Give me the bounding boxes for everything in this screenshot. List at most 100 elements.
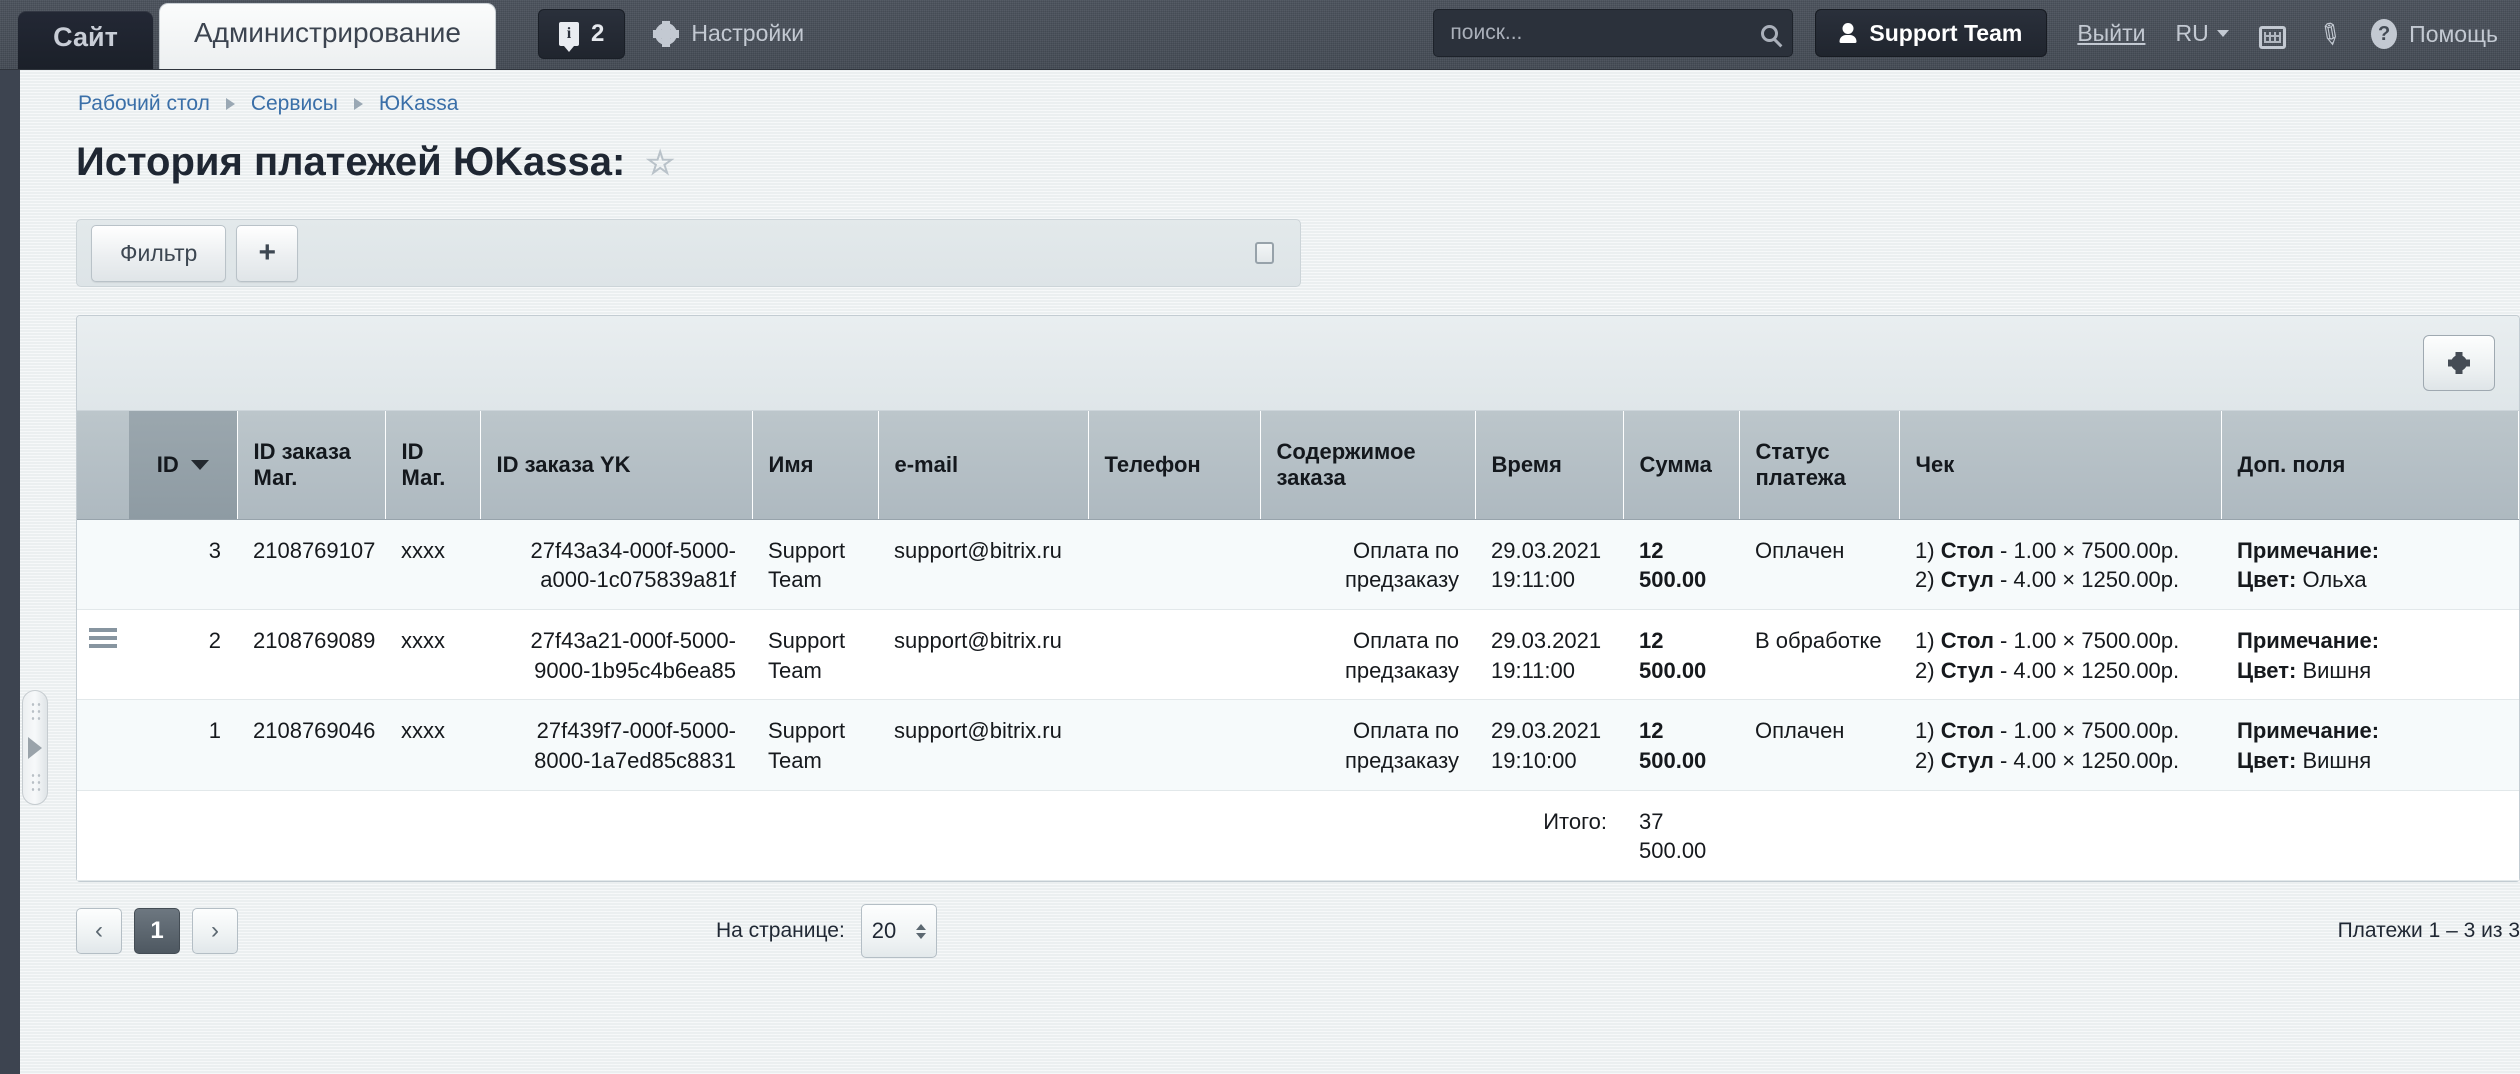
settings-label: Настройки <box>691 20 804 47</box>
column-header-id-label: ID <box>157 452 179 478</box>
cell-name: Support Team <box>752 700 878 790</box>
favorite-star-icon[interactable]: ☆ <box>645 143 675 182</box>
table-header-row: ID ID заказа Маг. ID Маг. ID заказа YK И… <box>77 411 2519 519</box>
grid-settings-button[interactable] <box>2423 335 2495 391</box>
pagination-bar: ‹ 1 › На странице: 20 Платежи 1 – 3 из 3 <box>76 908 2520 954</box>
column-header-shop-id[interactable]: ID Маг. <box>385 411 480 519</box>
column-header-time[interactable]: Время <box>1475 411 1623 519</box>
results-counter: Платежи 1 – 3 из 3 <box>2338 919 2520 943</box>
cell-extra: Примечание:Цвет: Вишня <box>2221 700 2519 790</box>
cell-time: 29.03.2021 19:10:00 <box>1475 700 1623 790</box>
logout-link[interactable]: Выйти <box>2077 20 2145 47</box>
table-row[interactable]: 22108769089xxxx27f43a21-000f-5000-9000-1… <box>77 609 2519 699</box>
page-title-text: История платежей ЮKassa: <box>76 140 625 185</box>
cell-order-contents: Оплата по предзаказу <box>1260 609 1475 699</box>
per-page-value: 20 <box>872 918 896 944</box>
cell-yk-order-id: 27f43a21-000f-5000-9000-1b95c4b6ea85 <box>480 609 752 699</box>
per-page-select[interactable]: 20 <box>861 904 937 958</box>
column-header-shop-order-id[interactable]: ID заказа Маг. <box>237 411 385 519</box>
row-drag-handle[interactable] <box>77 609 129 699</box>
totals-empty-cell <box>1899 790 2221 880</box>
chevron-up-icon[interactable] <box>916 924 926 930</box>
column-header-phone[interactable]: Телефон <box>1088 411 1260 519</box>
cell-receipt: 1) Стол - 1.00 × 7500.00р.2) Стул - 4.00… <box>1899 609 2221 699</box>
column-header-yk-order-id[interactable]: ID заказа YK <box>480 411 752 519</box>
breadcrumb-item-1[interactable]: Сервисы <box>251 92 338 116</box>
work-area: Рабочий стол Сервисы ЮKassa История плат… <box>0 70 2520 1074</box>
cell-order-contents: Оплата по предзаказу <box>1260 700 1475 790</box>
language-switcher[interactable]: RU <box>2175 20 2228 47</box>
settings-link[interactable]: Настройки <box>655 20 804 47</box>
cell-sum: 12 500.00 <box>1623 519 1739 609</box>
help-link[interactable]: ? Помощь <box>2371 19 2498 49</box>
notifications-button[interactable]: i 2 <box>538 9 625 59</box>
cell-shop-order-id: 2108769046 <box>237 700 385 790</box>
filter-button[interactable]: Фильтр <box>91 225 226 282</box>
totals-sum: 37 500.00 <box>1623 790 1739 880</box>
breadcrumb-item-2[interactable]: ЮKassa <box>379 92 459 116</box>
cell-receipt: 1) Стол - 1.00 × 7500.00р.2) Стул - 4.00… <box>1899 519 2221 609</box>
cell-status: Оплачен <box>1739 519 1899 609</box>
cell-time: 29.03.2021 19:11:00 <box>1475 609 1623 699</box>
totals-empty-cell <box>1739 790 1899 880</box>
cell-phone <box>1088 609 1260 699</box>
column-header-drag <box>77 411 129 519</box>
table-row[interactable]: 12108769046xxxx27f439f7-000f-5000-8000-1… <box>77 700 2519 790</box>
handle-dots-bottom <box>30 772 42 794</box>
totals-empty-cell <box>129 790 237 880</box>
search-input[interactable] <box>1448 20 1761 46</box>
cell-extra: Примечание:Цвет: Ольха <box>2221 519 2519 609</box>
row-drag-handle[interactable] <box>77 519 129 609</box>
row-drag-handle[interactable] <box>77 700 129 790</box>
page-1-button[interactable]: 1 <box>134 908 180 954</box>
cell-email[interactable]: support@bitrix.ru <box>878 700 1088 790</box>
column-header-id[interactable]: ID <box>129 411 237 519</box>
tab-administration[interactable]: Администрирование <box>159 3 496 69</box>
cell-name: Support Team <box>752 519 878 609</box>
cell-email[interactable]: support@bitrix.ru <box>878 609 1088 699</box>
breadcrumb: Рабочий стол Сервисы ЮKassa <box>20 70 2520 116</box>
cell-sum: 12 500.00 <box>1623 609 1739 699</box>
filter-preset-icon[interactable] <box>1255 242 1274 264</box>
tab-site[interactable]: Сайт <box>18 11 153 69</box>
user-label: Support Team <box>1869 20 2022 47</box>
page-next-button[interactable]: › <box>192 908 238 954</box>
column-header-sum[interactable]: Сумма <box>1623 411 1739 519</box>
column-header-email[interactable]: e-mail <box>878 411 1088 519</box>
cell-shop-order-id: 2108769089 <box>237 609 385 699</box>
column-header-receipt[interactable]: Чек <box>1899 411 2221 519</box>
add-filter-button[interactable]: + <box>236 225 298 282</box>
cell-id: 3 <box>129 519 237 609</box>
cell-order-contents: Оплата по предзаказу <box>1260 519 1475 609</box>
sidebar-expand-handle[interactable] <box>22 690 48 805</box>
column-header-status[interactable]: Статус платежа <box>1739 411 1899 519</box>
page-prev-button[interactable]: ‹ <box>76 908 122 954</box>
column-header-name[interactable]: Имя <box>752 411 878 519</box>
column-header-order-contents[interactable]: Содержимое заказа <box>1260 411 1475 519</box>
language-label: RU <box>2175 20 2208 47</box>
chevron-down-icon[interactable] <box>916 933 926 939</box>
totals-row: Итого:37 500.00 <box>77 790 2519 880</box>
search-box[interactable] <box>1433 9 1793 57</box>
column-header-extra[interactable]: Доп. поля <box>2221 411 2519 519</box>
left-sidebar-strip <box>0 70 20 1074</box>
table-row[interactable]: 32108769107xxxx27f43a34-000f-5000-a000-1… <box>77 519 2519 609</box>
cell-email[interactable]: support@bitrix.ru <box>878 519 1088 609</box>
grid-toolbar <box>77 316 2519 411</box>
keyboard-icon[interactable] <box>2259 26 2286 49</box>
grid-container: ID ID заказа Маг. ID Маг. ID заказа YK И… <box>76 315 2520 882</box>
breadcrumb-item-0[interactable]: Рабочий стол <box>78 92 210 116</box>
totals-empty-cell <box>878 790 1088 880</box>
totals-empty-cell <box>385 790 480 880</box>
per-page-control: На странице: 20 <box>716 904 937 958</box>
gear-icon <box>655 23 677 45</box>
user-menu-button[interactable]: Support Team <box>1815 9 2047 57</box>
stepper-arrows[interactable] <box>916 924 926 939</box>
cell-receipt: 1) Стол - 1.00 × 7500.00р.2) Стул - 4.00… <box>1899 700 2221 790</box>
pin-icon[interactable]: ✎ <box>2312 17 2347 53</box>
notifications-count: 2 <box>591 20 604 48</box>
search-icon[interactable] <box>1761 25 1778 42</box>
cell-id: 2 <box>129 609 237 699</box>
drag-handle-icon[interactable] <box>89 628 117 648</box>
chevron-down-icon <box>2217 30 2229 37</box>
